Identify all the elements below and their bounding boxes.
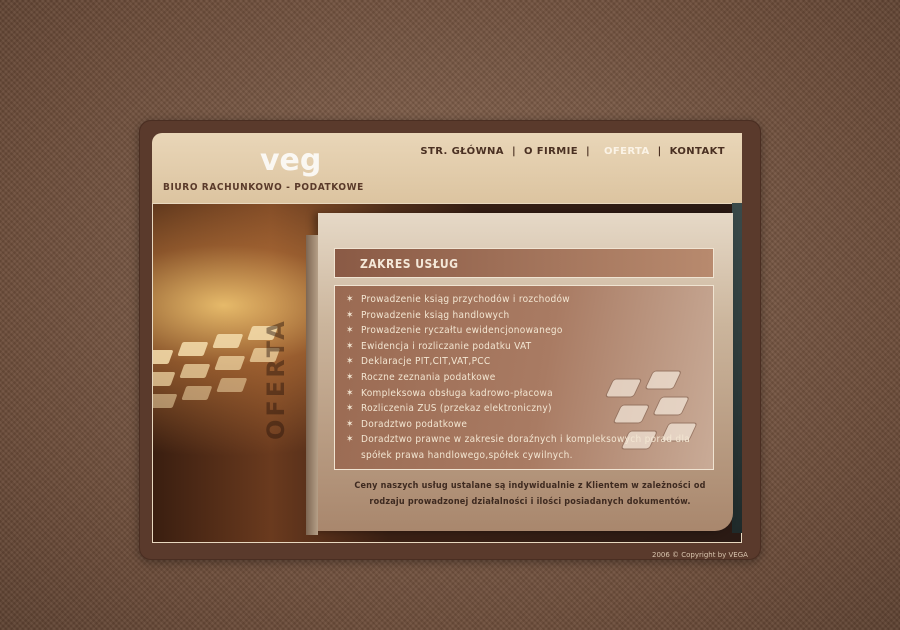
list-item: ✶ Prowadzenie ksiąg handlowych (346, 308, 716, 324)
services-list: ✶ Prowadzenie ksiąg przychodów i rozchodó… (346, 292, 716, 464)
side-label: OFERTA (262, 318, 290, 440)
vega-logo[interactable]: vega (260, 142, 320, 178)
star-icon: ✶ (346, 340, 354, 352)
tagline: BIURO RACHUNKOWO - PODATKOWE (163, 182, 364, 193)
list-item: ✶ Rozliczenia ZUS (przekaz elektroniczny) (346, 401, 716, 417)
section-title: ZAKRES USŁUG (360, 257, 459, 271)
logo-text: vega (260, 143, 320, 178)
nav-offer[interactable]: OFERTA (604, 146, 650, 157)
main-nav: STR. GŁÓWNA | O FIRMIE | OFERTA | KONTAK… (420, 146, 725, 157)
nav-home[interactable]: STR. GŁÓWNA (420, 146, 504, 157)
star-icon: ✶ (346, 387, 354, 399)
list-item: ✶ Prowadzenie ryczałtu ewidencjonowanego (346, 323, 716, 339)
shelf-edge (732, 203, 742, 533)
list-item: ✶ Doradztwo podatkowe (346, 417, 716, 433)
star-icon: ✶ (346, 325, 354, 337)
list-item: ✶ Ewidencja i rozliczanie podatku VAT (346, 339, 716, 355)
star-icon: ✶ (346, 356, 354, 368)
star-icon: ✶ (346, 418, 354, 430)
list-item: ✶ Roczne zeznania podatkowe (346, 370, 716, 386)
nav-separator: | (657, 146, 662, 157)
star-icon: ✶ (346, 434, 354, 446)
nav-separator: | (511, 146, 516, 157)
list-item: ✶ Doradztwo prawne w zakresie doraźnych i… (346, 434, 691, 461)
star-icon: ✶ (346, 403, 354, 415)
nav-separator: | (585, 146, 590, 157)
star-icon: ✶ (346, 294, 354, 305)
list-item: ✶ Kompleksowa obsługa kadrowo-płacowa (346, 386, 716, 402)
list-item: ✶ Deklaracje PIT,CIT,VAT,PCC (346, 354, 716, 370)
star-icon: ✶ (346, 309, 354, 321)
star-icon: ✶ (346, 371, 354, 383)
nav-about[interactable]: O FIRMIE (524, 146, 578, 157)
list-item: ✶ Prowadzenie ksiąg przychodów i rozchodó… (346, 292, 716, 308)
pricing-note: Ceny naszych usług ustalane są indywidua… (354, 481, 706, 507)
nav-contact[interactable]: KONTAKT (670, 146, 725, 157)
copyright: 2006 © Copyright by VEGA (652, 551, 748, 559)
